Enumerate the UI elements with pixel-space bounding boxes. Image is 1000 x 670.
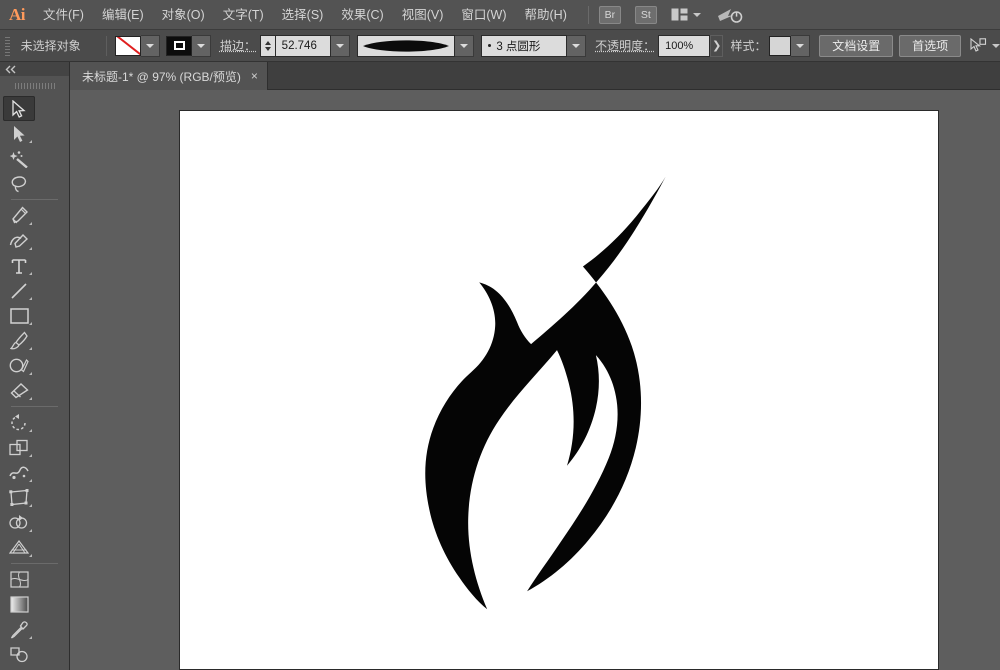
fill-dropdown-button[interactable] — [141, 34, 161, 57]
stroke-profile-dropdown-button[interactable] — [567, 34, 587, 57]
style-label: 样式： — [730, 39, 767, 53]
control-bar: 未选择对象 描边： 52.746 3 点圆形 不透明度： 100% ❯ 样式： … — [0, 30, 1000, 62]
profile-dot-icon — [488, 44, 492, 47]
menu-effect[interactable]: 效果(C) — [332, 0, 392, 30]
opacity-flyout-button[interactable]: ❯ — [710, 34, 724, 57]
select-similar-chevron-down-icon[interactable] — [991, 43, 1000, 48]
stroke-profile-label: 3 点圆形 — [496, 40, 541, 53]
stock-button[interactable]: St — [634, 5, 657, 24]
selection-tool[interactable] — [3, 96, 35, 121]
stroke-color-swatch[interactable] — [166, 35, 193, 56]
pen-tool[interactable] — [3, 203, 35, 228]
rectangle-tool[interactable] — [3, 303, 35, 328]
double-chevron-left-icon — [5, 65, 16, 73]
workspace-switcher-icon[interactable] — [717, 6, 743, 24]
width-tool[interactable] — [3, 460, 35, 485]
shape-builder-tool[interactable] — [3, 510, 35, 535]
document-tab-title: 未标题-1* @ 97% (RGB/预览) — [82, 69, 241, 84]
menu-edit[interactable]: 编辑(E) — [93, 0, 153, 30]
document-setup-button[interactable]: 文档设置 — [819, 34, 894, 57]
graphic-style-dropdown-button[interactable] — [791, 34, 811, 57]
type-tool[interactable] — [3, 253, 35, 278]
arrange-chevron-down-icon[interactable] — [692, 12, 701, 17]
select-similar-objects-icon[interactable] — [970, 38, 987, 53]
brush-definition-dropdown-button[interactable] — [455, 34, 474, 57]
free-transform-tool[interactable] — [3, 485, 35, 510]
menu-divider — [587, 5, 589, 24]
menu-type[interactable]: 文字(T) — [214, 0, 273, 30]
stroke-weight-dropdown-button[interactable] — [330, 34, 350, 57]
flame-silhouette-path[interactable] — [180, 111, 938, 669]
eyedropper-tool[interactable] — [3, 617, 35, 642]
stroke-weight-label[interactable]: 描边： — [220, 37, 256, 54]
graphic-style-swatch[interactable] — [769, 35, 792, 56]
menu-bar: Ai 文件(F) 编辑(E) 对象(O) 文字(T) 选择(S) 效果(C) 视… — [0, 0, 1000, 30]
menu-window[interactable]: 窗口(W) — [452, 0, 515, 30]
direct-selection-tool[interactable] — [3, 121, 35, 146]
menu-object[interactable]: 对象(O) — [153, 0, 214, 30]
bridge-button[interactable]: Br — [598, 5, 621, 24]
tools-panel-grip[interactable] — [14, 79, 55, 92]
tool-grid — [0, 94, 69, 670]
app-logo: Ai — [9, 4, 26, 24]
menu-select[interactable]: 选择(S) — [273, 0, 333, 30]
opacity-label[interactable]: 不透明度： — [595, 37, 655, 54]
menu-file[interactable]: 文件(F) — [34, 0, 93, 30]
control-bar-grip[interactable] — [3, 34, 10, 57]
document-tab-bar: 未标题-1* @ 97% (RGB/预览) × — [0, 62, 1000, 90]
arrange-documents-icon[interactable] — [671, 8, 688, 21]
magic-wand-tool[interactable] — [3, 146, 35, 171]
close-icon[interactable]: × — [251, 70, 258, 82]
stroke-profile-field[interactable]: 3 点圆形 — [481, 34, 568, 57]
stroke-weight-input[interactable]: 52.746 — [274, 34, 331, 57]
tools-panel — [0, 62, 70, 670]
selection-status-label: 未选择对象 — [20, 39, 81, 53]
shaper-tool[interactable] — [3, 353, 35, 378]
blend-tool[interactable] — [3, 642, 35, 667]
rotate-tool[interactable] — [3, 410, 35, 435]
paintbrush-tool[interactable] — [3, 328, 35, 353]
fill-swatch[interactable] — [115, 35, 142, 56]
eraser-tool[interactable] — [3, 378, 35, 403]
lasso-tool[interactable] — [3, 171, 35, 196]
menu-help[interactable]: 帮助(H) — [516, 0, 576, 30]
brush-definition-preview[interactable] — [357, 34, 455, 57]
line-segment-tool[interactable] — [3, 278, 35, 303]
scale-tool[interactable] — [3, 435, 35, 460]
menu-view[interactable]: 视图(V) — [393, 0, 453, 30]
canvas-area[interactable] — [70, 90, 1000, 670]
mesh-tool[interactable] — [3, 567, 35, 592]
preferences-button[interactable]: 首选项 — [899, 34, 962, 57]
artboard[interactable] — [179, 110, 939, 670]
document-tab[interactable]: 未标题-1* @ 97% (RGB/预览) × — [70, 62, 268, 90]
control-divider — [105, 35, 107, 56]
perspective-grid-tool[interactable] — [3, 535, 35, 560]
curvature-tool[interactable] — [3, 228, 35, 253]
gradient-tool[interactable] — [3, 592, 35, 617]
tools-panel-collapse-button[interactable] — [0, 62, 69, 76]
stroke-dropdown-button[interactable] — [192, 34, 212, 57]
opacity-input[interactable]: 100% — [658, 34, 711, 57]
stroke-weight-stepper[interactable] — [259, 34, 275, 57]
